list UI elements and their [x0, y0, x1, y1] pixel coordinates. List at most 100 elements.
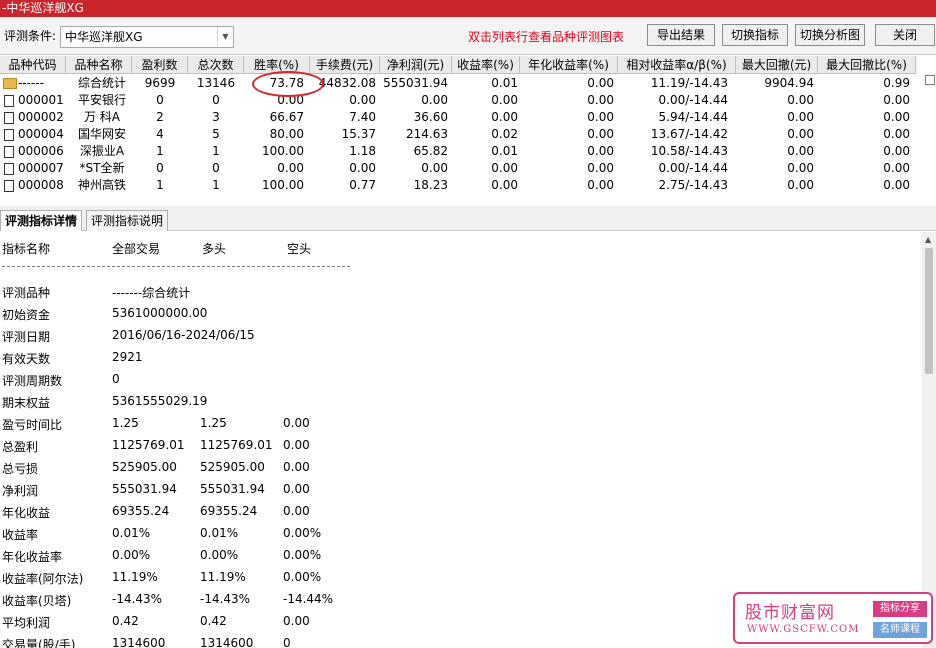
switch-indicator-button[interactable]: 切换指标: [722, 24, 788, 46]
detail-header-long: 多头: [202, 242, 227, 256]
detail-value: 2016/06/16-2024/06/15: [112, 328, 255, 342]
watermark-title: 股市财富网: [745, 603, 835, 623]
col-header-code[interactable]: 品种代码: [0, 56, 66, 74]
cell-annual: 0.00: [587, 93, 614, 107]
document-icon: [4, 180, 14, 192]
col-header-profit[interactable]: 净利润(元): [380, 56, 452, 74]
table-row[interactable]: 000001 平安银行 0 0 0.00 0.00 0.00 0.00 0.00 0.00/-14…: [0, 92, 916, 109]
detail-label: 期末权益: [2, 396, 51, 410]
cell-win: 0: [156, 161, 164, 175]
cell-rate: 66.67: [269, 110, 304, 124]
col-header-drawdown[interactable]: 最大回撤(元): [736, 56, 818, 74]
cell-win: 1: [156, 144, 164, 158]
col-header-fee[interactable]: 手续费(元): [310, 56, 380, 74]
detail-value: 0.00: [283, 438, 310, 452]
switch-chart-button[interactable]: 切换分析图: [795, 24, 865, 46]
cell-alpha: 10.58/-14.43: [650, 144, 728, 158]
cell-code: ------: [18, 76, 44, 90]
detail-value: 0.00%: [200, 548, 239, 562]
detail-value: 0: [112, 372, 120, 386]
cell-profit: 18.23: [413, 178, 448, 192]
cell-total: 5: [212, 127, 220, 141]
cell-fee: 15.37: [341, 127, 376, 141]
cell-total: 1: [212, 144, 220, 158]
watermark-url: WWW.GSCFW.COM: [747, 624, 860, 635]
col-header-alpha-beta[interactable]: 相对收益率α/β(%): [618, 56, 736, 74]
detail-value: 555031.94: [200, 482, 265, 496]
detail-scrollbar[interactable]: ▲: [922, 232, 936, 648]
col-header-drawdown-ratio[interactable]: 最大回撤比(%): [818, 56, 916, 74]
detail-value: 11.19%: [112, 570, 158, 584]
detail-value: 0.00%: [112, 548, 151, 562]
detail-value: 0.00: [283, 482, 310, 496]
watermark-tag-share: 指标分享: [873, 601, 927, 617]
detail-label: 评测周期数: [2, 374, 63, 388]
detail-value: 1125769.01: [112, 438, 185, 452]
cell-profit: 214.63: [406, 127, 448, 141]
detail-value: 69355.24: [112, 504, 170, 518]
cell-ret: 0.00: [491, 110, 518, 124]
chevron-down-icon[interactable]: ▼: [217, 27, 233, 47]
cell-ret: 0.00: [491, 161, 518, 175]
detail-value: 525905.00: [112, 460, 177, 474]
scroll-thumb[interactable]: [925, 248, 933, 374]
cell-dd: 0.00: [787, 161, 814, 175]
detail-label: 平均利润: [2, 616, 51, 630]
export-button[interactable]: 导出结果: [647, 24, 715, 46]
detail-label: 盈亏时间比: [2, 418, 63, 432]
condition-select[interactable]: 中华巡洋舰XG ▼: [60, 26, 234, 48]
table-row[interactable]: ------ 综合统计 9699 13146 73.78 44832.08 555031.9…: [0, 75, 916, 92]
col-header-name[interactable]: 品种名称: [66, 56, 132, 74]
cell-total: 0: [212, 161, 220, 175]
detail-value: 5361555029.19: [112, 394, 208, 408]
table-row[interactable]: 000002 万 科A 2 3 66.67 7.40 36.60 0.00 0.00 5.94/-…: [0, 109, 916, 126]
col-header-wins[interactable]: 盈利数: [132, 56, 188, 74]
cell-annual: 0.00: [587, 127, 614, 141]
cell-win: 0: [156, 93, 164, 107]
winrate-highlight-ellipse: [252, 71, 324, 97]
cell-annual: 0.00: [587, 110, 614, 124]
detail-value: 2921: [112, 350, 143, 364]
detail-value: 11.19%: [200, 570, 246, 584]
detail-value: 1.25: [200, 416, 227, 430]
tab-indicator-explanation[interactable]: 评测指标说明: [86, 210, 169, 231]
grid-scrollbar[interactable]: [922, 73, 936, 202]
scroll-up-icon[interactable]: ▲: [925, 235, 931, 244]
detail-value: 0.00: [283, 460, 310, 474]
table-row[interactable]: 000004 国华网安 4 5 80.00 15.37 214.63 0.02 0.00 13.6…: [0, 126, 916, 143]
detail-value: 555031.94: [112, 482, 177, 496]
cell-ddr: 0.00: [883, 144, 910, 158]
cell-annual: 0.00: [587, 76, 614, 90]
col-header-total[interactable]: 总次数: [188, 56, 244, 74]
detail-value: 5361000000.00: [112, 306, 208, 320]
detail-value: 0.01%: [112, 526, 151, 540]
detail-value: 0.00: [283, 614, 310, 628]
table-row[interactable]: 000007 *ST全新 0 0 0.00 0.00 0.00 0.00 0.00 0.00/-1…: [0, 160, 916, 177]
cell-total: 13146: [196, 76, 236, 90]
detail-value: 1125769.01: [200, 438, 273, 452]
cell-fee: 1.18: [349, 144, 376, 158]
cell-name: 万 科A: [83, 110, 121, 124]
detail-label: 年化收益: [2, 506, 51, 520]
cell-ddr: 0.00: [883, 110, 910, 124]
cell-win: 2: [156, 110, 164, 124]
detail-label: 收益率: [2, 528, 39, 542]
detail-label: 评测品种: [2, 286, 51, 300]
col-header-annual[interactable]: 年化收益率(%): [520, 56, 618, 74]
tab-indicator-details[interactable]: 评测指标详情: [0, 210, 83, 231]
col-header-return[interactable]: 收益率(%): [452, 56, 520, 74]
table-row[interactable]: 000008 神州高铁 1 1 100.00 0.77 18.23 0.00 0.00 2.75/…: [0, 177, 916, 194]
divider: [2, 266, 350, 267]
table-row[interactable]: 000006 深振业A 1 1 100.00 1.18 65.82 0.01 0.00 10.58…: [0, 143, 916, 160]
cell-ddr: 0.00: [883, 161, 910, 175]
detail-value: 69355.24: [200, 504, 258, 518]
cell-dd: 0.00: [787, 178, 814, 192]
close-button[interactable]: 关闭: [875, 24, 935, 46]
detail-value: 1.25: [112, 416, 139, 430]
cell-annual: 0.00: [587, 144, 614, 158]
window-title: -中华巡洋舰XG: [0, 0, 936, 17]
folder-icon: [3, 78, 17, 89]
detail-value: -14.43%: [112, 592, 163, 606]
detail-value: 0: [283, 636, 291, 648]
cell-ret: 0.02: [491, 127, 518, 141]
